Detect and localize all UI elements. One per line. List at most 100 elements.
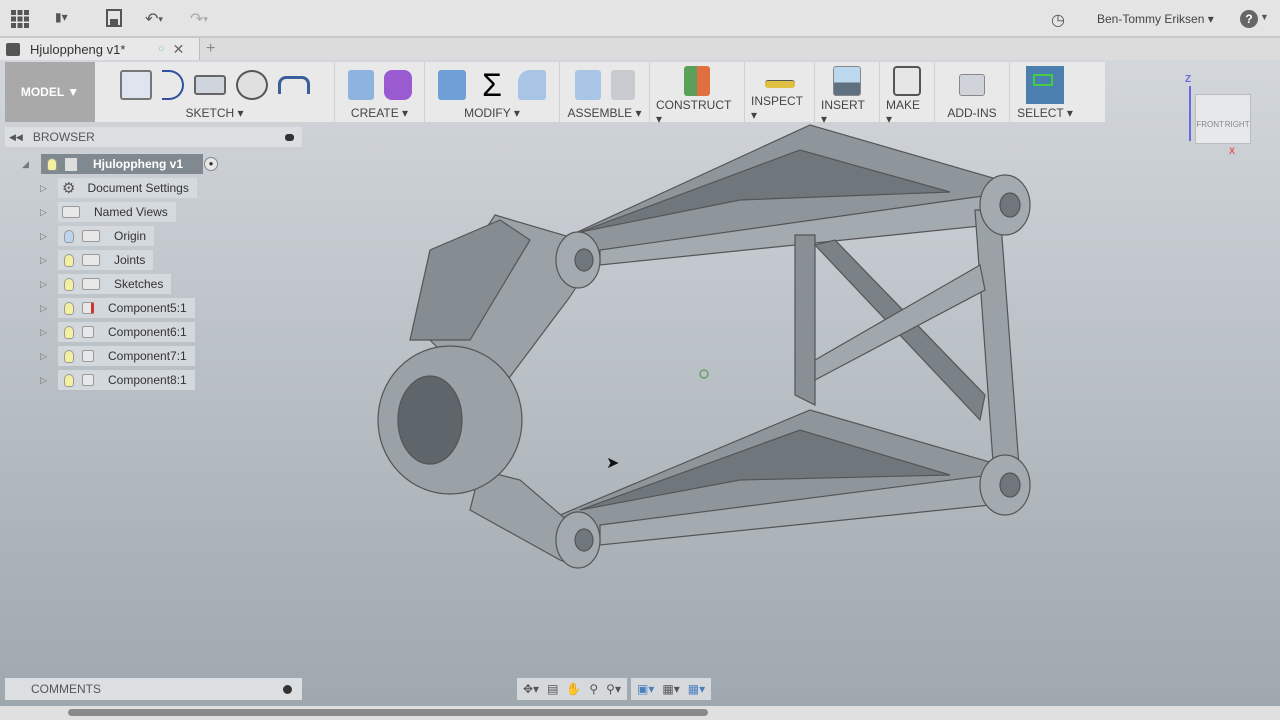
offset-icon[interactable]	[277, 76, 310, 94]
folder-icon	[62, 206, 80, 218]
component-pinned-icon	[82, 302, 94, 314]
scripts-icon[interactable]	[959, 74, 985, 96]
close-tab-icon[interactable]: ✕	[173, 41, 185, 58]
extrude-icon[interactable]	[347, 70, 374, 100]
press-pull-icon[interactable]	[438, 70, 466, 100]
make-group[interactable]: MAKE ▾	[880, 62, 935, 126]
visibility-bulb-icon[interactable]	[64, 229, 74, 243]
inspect-menu[interactable]: INSPECT ▾	[751, 94, 808, 122]
construct-plane-icon[interactable]	[684, 66, 710, 96]
saved-status-icon: ○	[158, 43, 165, 55]
look-at-icon[interactable]: ▤	[547, 682, 558, 696]
document-tab[interactable]: Hjuloppheng v1* ○ ✕	[0, 38, 200, 60]
component-icon	[82, 350, 94, 362]
view-cube-right[interactable]: RIGHT	[1225, 120, 1250, 129]
view-cube[interactable]: Z FRONT RIGHT X	[1185, 74, 1265, 164]
view-cube-box[interactable]: FRONT RIGHT	[1195, 94, 1251, 144]
top-bar: ▮▾ ↶ ▾ ↷ ▾ ◷ Ben-Tommy Eriksen ▾ ? ▼	[0, 0, 1280, 38]
display-settings-icon[interactable]: ▣▾	[637, 682, 654, 696]
main-toolbar: MODEL ▼ SKETCH ▾ CREATE ▾ Σ MODIFY ▾ ASS…	[5, 62, 1105, 126]
mouse-cursor-icon: ➤	[606, 455, 620, 472]
select-menu[interactable]: SELECT ▾	[1017, 106, 1073, 120]
fillet-icon[interactable]	[518, 70, 546, 100]
component-icon	[65, 157, 77, 171]
workspace-switcher[interactable]: MODEL ▼	[5, 62, 95, 122]
collapse-browser-icon[interactable]: ◀◀	[9, 132, 23, 143]
measure-icon[interactable]	[764, 80, 795, 88]
component-icon	[82, 374, 94, 386]
view-cube-z-label: Z	[1185, 74, 1192, 85]
sketch-menu[interactable]: SKETCH ▾	[185, 106, 243, 120]
create-menu[interactable]: CREATE ▾	[351, 106, 408, 120]
new-component-icon[interactable]	[574, 70, 601, 100]
zoom-icon[interactable]: ⚲	[589, 682, 598, 696]
select-group[interactable]: SELECT ▾	[1010, 62, 1080, 122]
new-tab-button[interactable]: +	[206, 40, 215, 58]
folder-icon	[82, 230, 100, 242]
modify-group[interactable]: Σ MODIFY ▾	[425, 62, 560, 122]
horizontal-scrollbar[interactable]	[0, 706, 1280, 720]
create-sketch-icon[interactable]	[119, 70, 152, 100]
scrollbar-thumb[interactable]	[68, 709, 708, 716]
component-icon	[6, 42, 20, 56]
comments-panel-header[interactable]: COMMENTS	[5, 678, 302, 700]
insert-image-icon[interactable]	[833, 66, 861, 96]
viewports-icon[interactable]: ▦▾	[688, 682, 705, 696]
form-icon[interactable]	[383, 70, 412, 100]
add-ins-group[interactable]: ADD-INS	[935, 62, 1010, 122]
user-menu[interactable]: Ben-Tommy Eriksen ▾	[1097, 12, 1214, 26]
tab-title: Hjuloppheng v1*	[30, 41, 126, 57]
visibility-bulb-icon[interactable]	[64, 301, 74, 315]
rectangle-icon[interactable]	[193, 75, 226, 95]
browser-title: BROWSER	[32, 130, 95, 144]
visibility-bulb-icon[interactable]	[64, 349, 74, 363]
assemble-menu[interactable]: ASSEMBLE ▾	[567, 106, 641, 120]
browser-panel-header[interactable]: ◀◀ BROWSER	[5, 127, 302, 147]
activate-radio[interactable]: ●	[204, 157, 218, 171]
redo-icon[interactable]: ↷ ▾	[190, 9, 208, 29]
comments-add-icon[interactable]	[283, 684, 292, 694]
modify-menu[interactable]: MODIFY ▾	[464, 106, 520, 120]
help-dropdown-icon[interactable]: ▼	[1260, 12, 1269, 22]
select-icon[interactable]	[1026, 66, 1064, 104]
pan-hand-icon[interactable]: ✋	[566, 682, 581, 696]
undo-icon[interactable]: ↶ ▾	[145, 9, 163, 29]
construct-menu[interactable]: CONSTRUCT ▾	[656, 98, 738, 126]
visibility-bulb-icon[interactable]	[64, 325, 74, 339]
clock-icon[interactable]: ◷	[1051, 10, 1065, 30]
visibility-bulb-icon[interactable]	[64, 277, 74, 291]
visibility-bulb-icon[interactable]	[64, 373, 74, 387]
add-ins-menu[interactable]: ADD-INS	[947, 106, 996, 120]
insert-menu[interactable]: INSERT ▾	[821, 98, 873, 126]
fit-icon[interactable]: ⚲▾	[606, 682, 621, 696]
save-icon[interactable]	[106, 9, 122, 27]
sigma-parameters-icon[interactable]: Σ	[476, 69, 508, 101]
gear-icon: ⚙	[62, 180, 76, 197]
orbit-icon[interactable]: ✥▾	[523, 682, 539, 696]
joint-icon[interactable]	[610, 70, 635, 100]
file-icon[interactable]: ▮▾	[55, 10, 68, 24]
grid-settings-icon[interactable]: ▦▾	[662, 682, 679, 696]
make-menu[interactable]: MAKE ▾	[886, 98, 928, 126]
arc-icon[interactable]	[161, 70, 184, 100]
comments-title: COMMENTS	[31, 682, 101, 696]
view-cube-x-label: X	[1229, 146, 1236, 156]
folder-icon	[82, 254, 100, 266]
sketch-group[interactable]: SKETCH ▾	[95, 62, 335, 122]
component-icon	[82, 326, 94, 338]
insert-group[interactable]: INSERT ▾	[815, 62, 880, 126]
construct-group[interactable]: CONSTRUCT ▾	[650, 62, 745, 126]
create-group[interactable]: CREATE ▾	[335, 62, 425, 122]
document-tab-bar: Hjuloppheng v1* ○ ✕ +	[0, 38, 1280, 60]
view-cube-front[interactable]: FRONT	[1196, 120, 1224, 129]
3d-print-icon[interactable]	[893, 66, 921, 96]
help-icon[interactable]: ?	[1240, 10, 1258, 28]
root-label: Hjuloppheng v1	[93, 157, 183, 171]
inspect-group[interactable]: INSPECT ▾	[745, 62, 815, 122]
browser-pin-icon[interactable]	[285, 133, 294, 141]
assemble-group[interactable]: ASSEMBLE ▾	[560, 62, 650, 122]
grid-icon[interactable]	[10, 10, 30, 28]
folder-icon	[82, 278, 100, 290]
circle-icon[interactable]	[235, 70, 268, 100]
visibility-bulb-icon[interactable]	[64, 253, 74, 267]
